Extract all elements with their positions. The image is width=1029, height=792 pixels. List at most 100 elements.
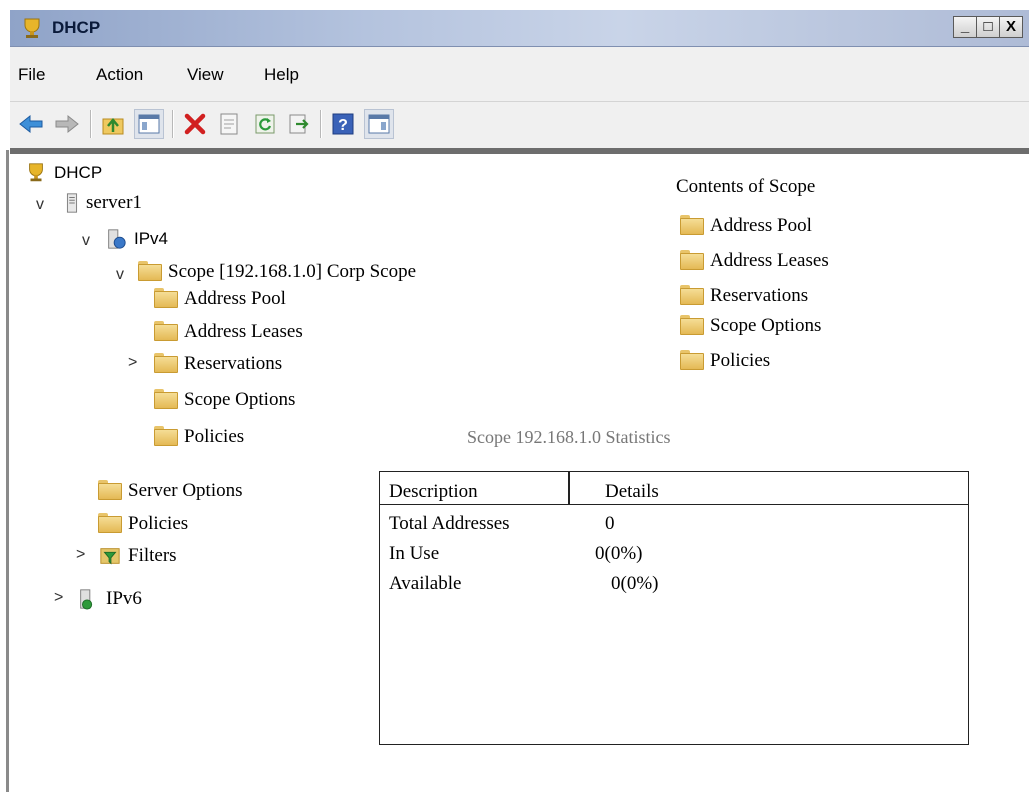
tree-label: server1 xyxy=(86,192,142,213)
tree-label: Address Pool xyxy=(184,288,286,309)
dhcp-app-icon xyxy=(24,18,40,38)
tree-label: Policies xyxy=(184,426,245,447)
export-list-icon xyxy=(289,114,309,134)
content-label: Address Pool xyxy=(710,215,812,236)
maximize-button[interactable]: □ xyxy=(976,16,1000,38)
tree-label: Address Leases xyxy=(184,321,303,342)
content-item-policies[interactable]: Policies xyxy=(680,348,770,374)
stats-header: Description Details xyxy=(380,472,968,505)
tree-label: IPv6 xyxy=(106,588,142,609)
dhcp-root-icon xyxy=(29,163,43,182)
stats-row-value: 0 xyxy=(605,513,615,534)
contents-title: Contents of Scope xyxy=(676,176,816,197)
menu-file[interactable]: File xyxy=(18,65,45,85)
policies-folder-icon xyxy=(680,350,704,372)
menu-bar: File Action View Help xyxy=(10,47,1029,102)
expand-arrow[interactable]: v xyxy=(82,232,90,250)
address-pool-folder-icon xyxy=(154,288,178,310)
tree-item-server-options[interactable]: Server Options xyxy=(98,478,243,504)
tree-item-scope-options[interactable]: Scope Options xyxy=(154,387,295,413)
window-title: DHCP xyxy=(52,18,101,37)
up-folder-icon xyxy=(102,118,124,135)
collapse-arrow[interactable]: > xyxy=(76,546,85,564)
properties-icon xyxy=(220,113,238,135)
expand-arrow[interactable]: v xyxy=(116,266,124,284)
tree-item-filters[interactable]: Filters xyxy=(98,543,177,569)
tree-item-reservations[interactable]: Reservations xyxy=(154,351,282,377)
ipv4-icon xyxy=(108,229,126,249)
tree-item-address-pool[interactable]: Address Pool xyxy=(154,286,286,312)
filter-icon xyxy=(100,548,120,565)
help-button[interactable]: ? xyxy=(328,109,358,139)
menu-view[interactable]: View xyxy=(187,65,224,85)
show-hide-console-tree-icon xyxy=(138,114,160,134)
title-bar[interactable]: DHCP _ □ X xyxy=(10,10,1029,47)
show-hide-action-pane-button[interactable] xyxy=(364,109,394,139)
delete-button[interactable] xyxy=(180,109,210,139)
stats-row-value: 0(0%) xyxy=(595,543,643,564)
close-button[interactable]: X xyxy=(999,16,1023,38)
refresh-icon xyxy=(255,114,275,134)
back-button[interactable] xyxy=(16,109,46,139)
tree-item-dhcp[interactable]: DHCP xyxy=(24,160,102,186)
policies-folder-icon xyxy=(154,426,178,448)
collapse-arrow[interactable]: > xyxy=(54,589,63,607)
refresh-button[interactable] xyxy=(250,109,280,139)
up-folder-button[interactable] xyxy=(98,109,128,139)
delete-icon xyxy=(184,113,206,135)
tree-label: Server Options xyxy=(128,480,243,501)
tree-label: Reservations xyxy=(184,353,283,374)
server-policies-folder-icon xyxy=(98,513,122,535)
content-label: Address Leases xyxy=(710,250,829,271)
svg-text:?: ? xyxy=(338,117,348,134)
server-icon xyxy=(66,193,78,213)
tree-item-policies[interactable]: Policies xyxy=(154,424,244,450)
collapse-arrow[interactable]: > xyxy=(128,354,137,372)
column-header-description[interactable]: Description xyxy=(389,481,478,503)
content-label: Policies xyxy=(710,350,771,371)
forward-button[interactable] xyxy=(52,109,82,139)
tree-label: Policies xyxy=(128,513,189,534)
ipv6-icon xyxy=(80,589,93,610)
scope-options-folder-icon xyxy=(154,389,178,411)
tree-label: Filters xyxy=(128,545,177,566)
address-leases-folder-icon xyxy=(680,250,704,272)
tree-item-scope[interactable]: Scope [192.168.1.0] Corp Scope xyxy=(138,259,416,285)
scope-folder-icon xyxy=(138,261,162,283)
stats-row-label: In Use xyxy=(389,543,440,564)
tree-item-server-policies[interactable]: Policies xyxy=(98,511,188,537)
tree-item-server1[interactable]: server1 xyxy=(64,190,142,216)
content-item-scope-options[interactable]: Scope Options xyxy=(680,313,821,339)
tree-item-ipv6[interactable]: IPv6 xyxy=(76,586,142,612)
content-label: Reservations xyxy=(710,285,809,306)
help-icon: ? xyxy=(332,113,354,135)
content-item-address-leases[interactable]: Address Leases xyxy=(680,248,829,274)
expand-arrow[interactable]: v xyxy=(36,196,44,214)
tree-label: IPv4 xyxy=(134,229,169,248)
export-list-button[interactable] xyxy=(284,109,314,139)
tree-item-ipv4[interactable]: IPv4 xyxy=(104,226,168,252)
stats-row-value: 0(0%) xyxy=(611,573,659,594)
server-options-folder-icon xyxy=(98,480,122,502)
content-item-address-pool[interactable]: Address Pool xyxy=(680,213,812,239)
content-item-reservations[interactable]: Reservations xyxy=(680,283,808,309)
tree-label: Scope Options xyxy=(184,389,296,410)
menu-action[interactable]: Action xyxy=(96,65,143,85)
properties-button[interactable] xyxy=(214,109,244,139)
pane-divider xyxy=(10,148,1029,154)
address-leases-folder-icon xyxy=(154,321,178,343)
tree-item-address-leases[interactable]: Address Leases xyxy=(154,319,303,345)
minimize-button[interactable]: _ xyxy=(953,16,977,38)
show-hide-action-pane-icon xyxy=(368,114,390,134)
tree-label: DHCP xyxy=(54,163,103,182)
stats-table: Description Details Total Addresses 0 In… xyxy=(379,471,969,745)
forward-icon xyxy=(55,114,79,134)
column-header-details[interactable]: Details xyxy=(605,481,659,503)
stats-row-label: Available xyxy=(389,573,462,594)
address-pool-folder-icon xyxy=(680,215,704,237)
menu-help[interactable]: Help xyxy=(264,65,299,85)
toolbar: ? xyxy=(10,102,1029,148)
show-hide-console-tree-button[interactable] xyxy=(134,109,164,139)
content-label: Scope Options xyxy=(710,315,822,336)
back-icon xyxy=(19,114,43,134)
